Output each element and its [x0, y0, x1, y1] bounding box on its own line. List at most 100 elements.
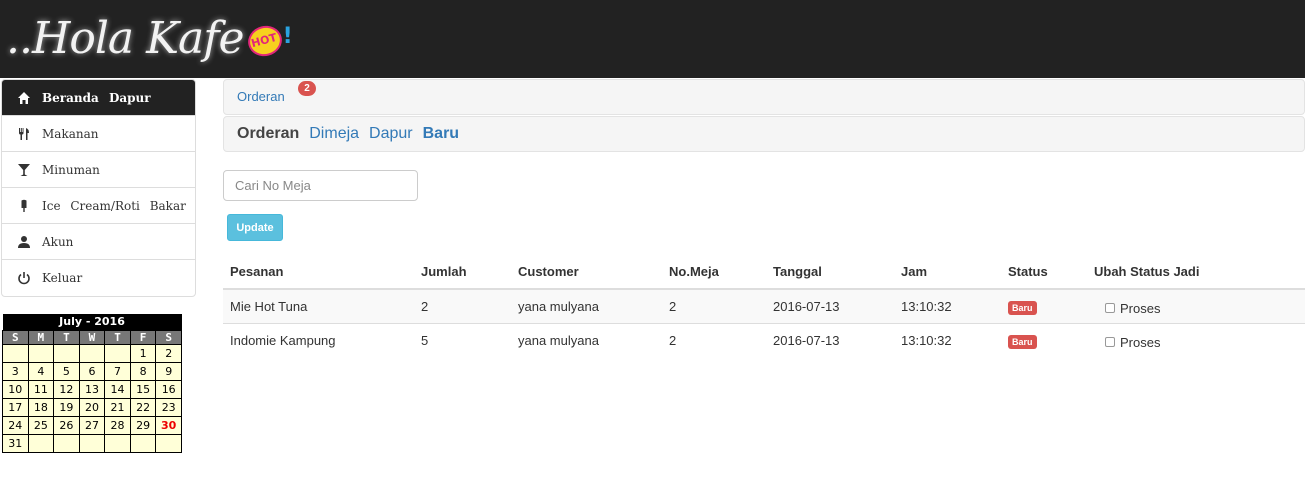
calendar-day-cell	[2, 343, 29, 363]
order-count-badge: 2	[298, 81, 316, 96]
tab-dapur[interactable]: Dapur	[369, 125, 413, 143]
sidebar-item-akun[interactable]: Akun	[2, 224, 195, 260]
calendar-day-cell	[78, 343, 106, 363]
sidebar-item-label: Akun	[42, 234, 74, 249]
top-header: ..Hola Kafe HOT !	[0, 0, 1305, 78]
logo-text: ..Hola Kafe	[6, 12, 245, 64]
tab-baru[interactable]: Baru	[423, 125, 459, 143]
column-header: Jam	[894, 255, 1001, 290]
cell-jumlah: 2	[414, 288, 511, 323]
sidebar-item-beranda-dapur[interactable]: Beranda Dapur	[2, 80, 195, 116]
calendar-day-cell[interactable]: 14	[104, 379, 131, 399]
column-header: Customer	[511, 255, 662, 290]
calendar-day-cell[interactable]: 27	[78, 415, 106, 435]
calendar-day-cell	[104, 343, 131, 363]
calendar-day-cell	[78, 433, 106, 453]
calendar-day-cell[interactable]: 28	[104, 415, 131, 435]
cutlery-icon	[16, 126, 32, 142]
search-no-meja-input[interactable]	[223, 170, 418, 201]
calendar-day-cell[interactable]: 25	[27, 415, 55, 435]
calendar-day-cell[interactable]: 31	[2, 433, 29, 453]
calendar-day-cell[interactable]: 24	[2, 415, 29, 435]
calendar-day-cell[interactable]: 23	[155, 397, 182, 417]
home-icon	[16, 90, 32, 106]
calendar-day-cell	[53, 343, 80, 363]
sidebar-nav: Beranda Dapur Makanan Minuman Ice Cream/…	[1, 79, 196, 297]
proses-checkbox[interactable]: Proses	[1105, 301, 1160, 316]
calendar-widget: July - 2016 SMTWTFS 1 2 3 4 5 6 7 8 9 10 11 12 13 14 1…	[2, 314, 182, 453]
calendar-day-cell[interactable]: 11	[27, 379, 55, 399]
calendar-weekday-header: F	[129, 329, 157, 345]
update-button[interactable]: Update	[227, 214, 283, 241]
order-status-tabs: Orderan Dimeja Dapur Baru	[223, 116, 1305, 152]
calendar-day-cell[interactable]: 8	[129, 361, 157, 381]
cell-pesanan: Mie Hot Tuna	[223, 288, 414, 323]
column-header: Jumlah	[414, 255, 511, 290]
calendar-day-cell[interactable]: 22	[129, 397, 157, 417]
calendar-day-cell[interactable]: 9	[155, 361, 182, 381]
calendar-day-cell	[27, 433, 55, 453]
status-badge: Baru	[1008, 301, 1037, 316]
checkbox-icon[interactable]	[1105, 337, 1115, 347]
column-header: Ubah Status Jadi	[1087, 255, 1305, 290]
calendar-day-cell[interactable]: 30	[155, 415, 182, 435]
calendar-day-cell[interactable]: 4	[27, 361, 55, 381]
cell-jam: 13:10:32	[894, 288, 1001, 323]
calendar-weekday-header: T	[53, 329, 80, 345]
sidebar-item-label: Keluar	[42, 271, 83, 285]
sidebar-item-label: Ice Cream/Roti Bakar	[42, 198, 186, 213]
calendar-day-cell[interactable]: 6	[78, 361, 106, 381]
cell-customer: yana mulyana	[511, 288, 662, 323]
calendar-day-cell[interactable]: 17	[2, 397, 29, 417]
column-header: Tanggal	[766, 255, 894, 290]
sidebar-item-keluar[interactable]: Keluar	[2, 260, 195, 296]
breadcrumb-orderan-link[interactable]: Orderan	[237, 89, 285, 104]
calendar-weekday-header: M	[27, 329, 55, 345]
sidebar-item-minuman[interactable]: Minuman	[2, 152, 195, 188]
calendar-day-cell[interactable]: 19	[53, 397, 80, 417]
power-icon	[16, 270, 32, 286]
calendar-day-cell[interactable]: 20	[78, 397, 106, 417]
calendar-day-cell	[53, 433, 80, 453]
ice-lolly-icon	[16, 198, 32, 214]
calendar-day-cell[interactable]: 13	[78, 379, 106, 399]
breadcrumb: Orderan 2	[223, 79, 1305, 115]
cell-tanggal: 2016-07-13	[766, 288, 894, 323]
calendar-day-cell[interactable]: 7	[104, 361, 131, 381]
calendar-day-cell[interactable]: 1	[129, 343, 157, 363]
orders-table: Pesanan Jumlah Customer No.Meja Tanggal Jam St…	[223, 255, 1305, 357]
calendar-day-cell[interactable]: 21	[104, 397, 131, 417]
calendar-title: July - 2016	[2, 314, 182, 330]
hot-badge-icon: HOT	[244, 22, 285, 60]
calendar-day-cell[interactable]: 15	[129, 379, 157, 399]
calendar-day-cell[interactable]: 10	[2, 379, 29, 399]
cell-ubah-status: Proses	[1087, 288, 1305, 323]
cell-customer: yana mulyana	[511, 322, 662, 357]
sidebar-item-makanan[interactable]: Makanan	[2, 116, 195, 152]
cell-status: Baru	[1001, 288, 1087, 323]
calendar-day-cell[interactable]: 29	[129, 415, 157, 435]
calendar-weekday-header: S	[155, 329, 182, 345]
calendar-day-cell[interactable]: 5	[53, 361, 80, 381]
logo-exclamation: !	[282, 23, 293, 49]
tab-dimeja[interactable]: Dimeja	[309, 125, 359, 143]
calendar-day-cell[interactable]: 26	[53, 415, 80, 435]
table-row: Mie Hot Tuna 2 yana mulyana 2 2016-07-13 13:1…	[223, 288, 1305, 323]
sidebar-item-ice-cream[interactable]: Ice Cream/Roti Bakar	[2, 188, 195, 224]
calendar-weekday-header: S	[2, 329, 29, 345]
calendar-day-cell[interactable]: 12	[53, 379, 80, 399]
table-row: Indomie Kampung 5 yana mulyana 2 2016-07-13 1…	[223, 322, 1305, 357]
logo[interactable]: ..Hola Kafe HOT !	[6, 8, 293, 68]
calendar-day-cell[interactable]: 3	[2, 361, 29, 381]
checkbox-icon[interactable]	[1105, 303, 1115, 313]
calendar-weekday-header: T	[104, 329, 131, 345]
tab-orderan: Orderan	[237, 125, 300, 142]
cell-meja: 2	[662, 288, 766, 323]
proses-checkbox[interactable]: Proses	[1105, 335, 1160, 350]
calendar-day-cell[interactable]: 18	[27, 397, 55, 417]
cell-jam: 13:10:32	[894, 322, 1001, 357]
cell-meja: 2	[662, 322, 766, 357]
calendar-day-cell[interactable]: 16	[155, 379, 182, 399]
calendar-day-cell[interactable]: 2	[155, 343, 182, 363]
calendar-weekday-header: W	[78, 329, 106, 345]
